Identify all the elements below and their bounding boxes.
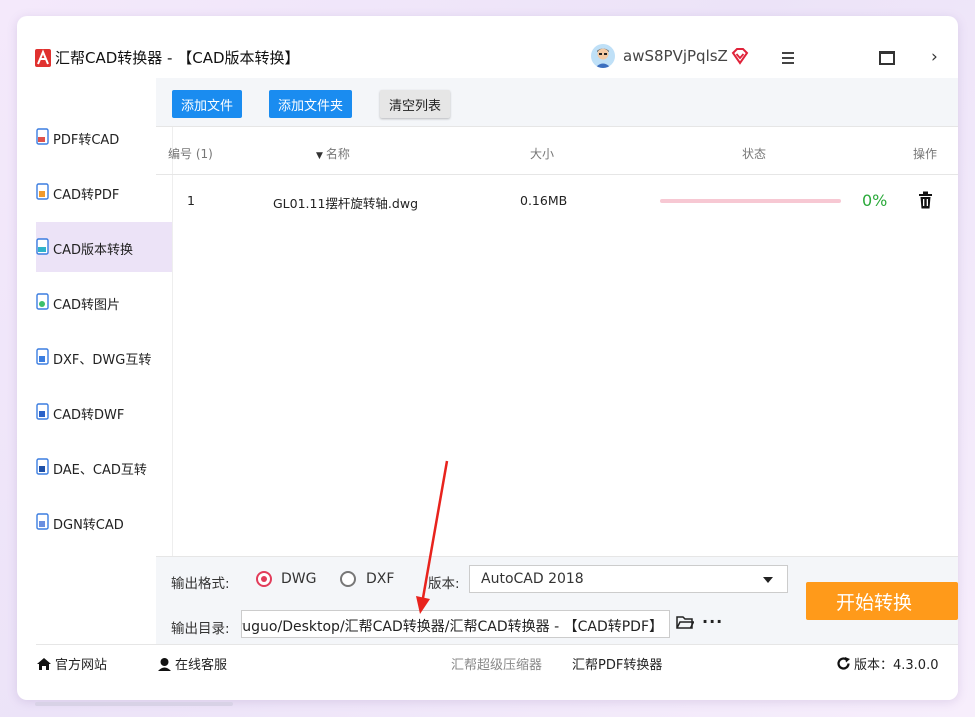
sidebar-item-cad-to-pdf[interactable]: CAD转PDF: [36, 167, 172, 217]
user-avatar[interactable]: [591, 44, 615, 68]
sidebar: PDF转CAD CAD转PDF CAD版本转换 CAD转图片 DXF、DWG互转…: [36, 78, 173, 644]
sidebar-item-dxf-dwg[interactable]: DXF、DWG互转: [36, 332, 172, 382]
sidebar-item-label: DAE、CAD互转: [53, 463, 147, 478]
col-action: 操作: [913, 147, 938, 161]
sidebar-item-cad-version[interactable]: CAD版本转换: [36, 222, 172, 272]
table-row[interactable]: 1 GL01.11摆杆旋转轴.dwg 0.16MB 0%: [156, 176, 958, 224]
cad-to-image-icon: [36, 293, 49, 310]
clear-list-button[interactable]: 清空列表: [380, 90, 451, 118]
cad-version-icon: [36, 238, 49, 255]
home-icon: [37, 658, 51, 670]
pdf-to-cad-icon: [36, 128, 49, 145]
sort-down-icon: ▼: [316, 151, 323, 161]
dgn-to-cad-icon: [36, 513, 49, 530]
sidebar-item-dae-cad[interactable]: DAE、CAD互转: [36, 442, 172, 492]
sidebar-item-label: CAD转DWF: [53, 408, 125, 423]
trash-icon[interactable]: [918, 191, 933, 209]
row-index: 1: [187, 193, 195, 208]
dxf-dwg-icon: [36, 348, 49, 365]
dae-cad-icon: [36, 458, 49, 475]
start-convert-button[interactable]: 开始转换: [806, 582, 958, 620]
add-file-button[interactable]: 添加文件: [172, 90, 243, 118]
support-agent-icon: [158, 658, 171, 671]
menu-icon[interactable]: [780, 51, 796, 65]
version-label: 版本：4.3.0.0: [854, 658, 939, 673]
maximize-icon[interactable]: [879, 51, 895, 65]
refresh-icon: [837, 657, 850, 670]
sidebar-item-label: CAD转PDF: [53, 188, 120, 203]
horizontal-scrollbar[interactable]: [35, 702, 233, 706]
col-name[interactable]: ▼ 名称: [316, 145, 350, 162]
online-support-link[interactable]: 在线客服: [157, 654, 227, 673]
version-info[interactable]: 版本：4.3.0.0: [836, 654, 938, 673]
progress-bar: [660, 199, 841, 203]
sidebar-item-cad-to-dwf[interactable]: CAD转DWF: [36, 387, 172, 437]
table-header: 编号 (1) ▼ 名称 大小 状态 操作: [156, 128, 958, 175]
dir-label: 输出目录:: [171, 621, 230, 637]
row-file-name: GL01.11摆杆旋转轴.dwg: [273, 196, 419, 211]
cad-to-dwf-icon: [36, 403, 49, 420]
sidebar-item-label: CAD版本转换: [53, 243, 133, 258]
version-select[interactable]: AutoCAD 2018: [469, 565, 788, 593]
title-bar: 汇帮CAD转换器 - 【CAD版本转换】 awS8PVjPqlsZ ›: [17, 16, 958, 78]
radio-dxf-label[interactable]: DXF: [366, 571, 394, 587]
col-size[interactable]: 大小: [530, 145, 554, 162]
more-options-icon[interactable]: ···: [702, 612, 723, 631]
version-value: AutoCAD 2018: [481, 571, 584, 587]
version-label: 版本:: [428, 576, 460, 592]
pdf-converter-link[interactable]: 汇帮PDF转换器: [572, 654, 662, 673]
progress-percent: 0%: [862, 191, 888, 210]
sidebar-item-dgn-to-cad[interactable]: DGN转CAD: [36, 497, 172, 547]
username-label[interactable]: awS8PVjPqlsZ: [623, 47, 728, 65]
add-folder-button[interactable]: 添加文件夹: [269, 90, 353, 118]
col-status: 状态: [742, 147, 767, 161]
app-window: 汇帮CAD转换器 - 【CAD版本转换】 awS8PVjPqlsZ › ⮌返: [17, 16, 958, 700]
vip-diamond-icon[interactable]: [731, 47, 749, 65]
official-website-link[interactable]: 官方网站: [36, 654, 107, 673]
sidebar-item-label: DGN转CAD: [53, 518, 124, 533]
radio-dxf[interactable]: [340, 571, 356, 587]
radio-dwg-label[interactable]: DWG: [281, 571, 316, 587]
chevron-down-icon: [763, 577, 773, 583]
compressor-link[interactable]: 汇帮超级压缩器: [451, 654, 542, 673]
window-title: 汇帮CAD转换器 - 【CAD版本转换】: [55, 49, 300, 67]
avatar-face-icon: [591, 44, 615, 68]
output-dir-value: ruguo/Desktop/汇帮CAD转换器/汇帮CAD转换器 - 【CAD转P…: [241, 619, 663, 635]
sidebar-item-label: PDF转CAD: [53, 133, 120, 148]
online-support-label: 在线客服: [175, 658, 228, 673]
footer: 官方网站 在线客服 汇帮超级压缩器 汇帮PDF转换器 版本：4.3.0.0: [36, 644, 958, 700]
format-label: 输出格式:: [171, 576, 230, 592]
output-settings: 输出格式: DWG DXF 版本: AutoCAD 2018 输出目录: rug…: [156, 556, 958, 645]
toolbar: 添加文件 添加文件夹 清空列表: [156, 78, 958, 127]
folder-open-icon[interactable]: [676, 615, 694, 630]
app-logo-icon: [35, 49, 51, 67]
sidebar-item-cad-to-image[interactable]: CAD转图片: [36, 277, 172, 327]
sidebar-item-label: CAD转图片: [53, 298, 120, 313]
radio-dwg[interactable]: [256, 571, 272, 587]
cad-to-pdf-icon: [36, 183, 49, 200]
close-icon[interactable]: ›: [931, 47, 938, 67]
col-index[interactable]: 编号 (1): [168, 145, 213, 162]
sidebar-item-pdf-to-cad[interactable]: PDF转CAD: [36, 112, 172, 162]
output-dir-input[interactable]: ruguo/Desktop/汇帮CAD转换器/汇帮CAD转换器 - 【CAD转P…: [241, 610, 670, 638]
col-name-label: 名称: [325, 147, 350, 161]
official-website-label: 官方网站: [55, 658, 108, 673]
row-file-size: 0.16MB: [520, 193, 568, 208]
sidebar-item-label: DXF、DWG互转: [53, 353, 152, 368]
